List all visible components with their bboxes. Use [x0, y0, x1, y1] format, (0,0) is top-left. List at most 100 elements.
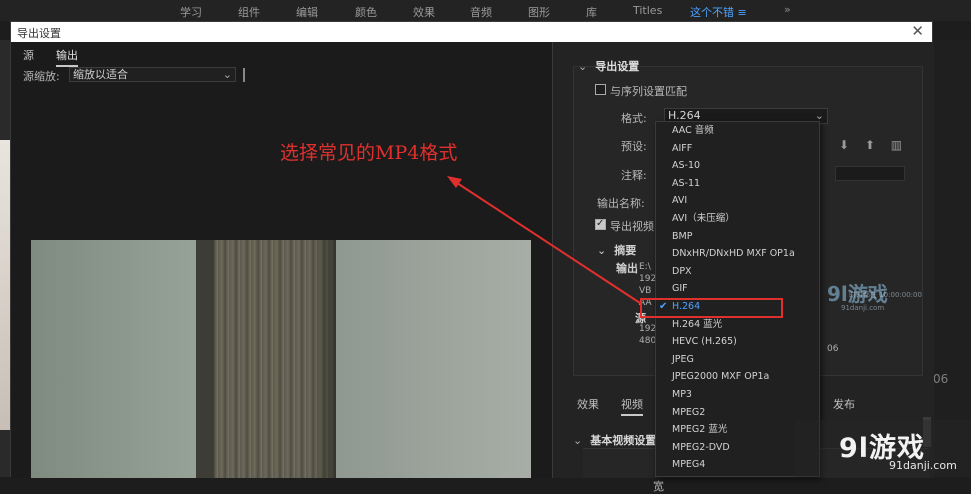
output-name-label: 输出名称:	[597, 197, 645, 210]
workspace-tab-libraries[interactable]: 库	[586, 4, 597, 20]
export-video-label: 导出视频	[610, 220, 654, 233]
width-label: 宽	[653, 480, 664, 493]
source-scaling-value: 缩放以适合	[73, 68, 128, 81]
format-option[interactable]: AVI（未压缩）	[656, 210, 819, 228]
format-option[interactable]: JPEG	[656, 351, 819, 369]
format-option-label: AIFF	[672, 142, 693, 154]
basic-video-settings-header[interactable]: ⌄ 基本视频设置	[573, 432, 656, 448]
format-option-label: MPEG2	[672, 406, 706, 418]
format-option-label: MPEG4	[672, 459, 706, 471]
summary-number: 06	[827, 344, 839, 354]
format-option[interactable]: DPX	[656, 263, 819, 281]
summary-label: 摘要	[614, 244, 637, 257]
export-video-checkbox[interactable]	[595, 218, 606, 230]
match-sequence-label: 与序列设置匹配	[610, 85, 687, 98]
preset-label: 预设:	[621, 140, 647, 153]
comment-input[interactable]	[835, 166, 905, 181]
format-option[interactable]: MP3	[656, 386, 819, 404]
source-scaling-select[interactable]: 缩放以适合 ⌄	[69, 67, 236, 82]
background-left-panel	[0, 40, 10, 477]
format-option-label: MP3	[672, 389, 692, 400]
watermark-logo: 9l游戏 91danji.com 时时都在 10:00:00:00	[827, 278, 922, 312]
export-settings-title: 导出设置	[595, 60, 640, 73]
highlight-box	[640, 298, 783, 318]
workspace-tab-assembly[interactable]: 组件	[238, 4, 260, 20]
format-option-label: DPX	[672, 265, 692, 277]
format-option[interactable]: HEVC (H.265)	[656, 333, 819, 351]
site-logo-url: 91danji.com	[889, 459, 957, 472]
workspace-tab-custom[interactable]: 这个不错 ≡	[690, 4, 747, 24]
workspace-tab-custom-label: 这个不错	[690, 6, 734, 19]
format-option-label: MPEG2 蓝光	[672, 424, 728, 436]
preview-pane: 源 输出 源缩放: 缩放以适合 ⌄ 选择常见的MP4格式	[11, 42, 552, 478]
summary-header[interactable]: ⌄ 摘要	[597, 242, 636, 258]
tab-video[interactable]: 视频	[621, 396, 643, 416]
format-option-label: AS-10	[672, 160, 701, 172]
summary-line: 192	[639, 324, 657, 334]
workspace-bar: 学习 组件 编辑 颜色 效果 音频 图形 库 Titles 这个不错 ≡ »	[0, 0, 971, 24]
site-logo: 9l游戏 91danji.com	[795, 420, 971, 477]
summary-line: VB	[639, 286, 652, 296]
format-option[interactable]: MPEG2	[656, 404, 819, 422]
preview-tabs: 源 输出	[11, 42, 552, 67]
format-option[interactable]: DNxHR/DNxHD MXF OP1a	[656, 245, 819, 263]
text-cursor	[243, 68, 245, 82]
tab-source[interactable]: 源	[23, 47, 34, 63]
collapse-caret-icon[interactable]: ⌄	[573, 434, 582, 447]
format-option-label: DNxHR/DNxHD MXF OP1a	[672, 248, 795, 260]
preset-action-icons[interactable]: ⬇ ⬆ ▥	[839, 138, 908, 152]
format-option[interactable]: AIFF	[656, 140, 819, 158]
comment-label: 注释:	[621, 169, 647, 182]
background-thumbnail	[0, 140, 10, 430]
format-option-label: JPEG	[672, 353, 694, 365]
format-option-label: HEVC (H.265)	[672, 336, 737, 348]
watermark-subtext: 91danji.com	[841, 304, 885, 312]
format-option[interactable]: GIF	[656, 280, 819, 298]
format-option-label: AVI	[672, 195, 688, 207]
workspace-overflow-icon[interactable]: »	[784, 3, 791, 16]
export-settings-header[interactable]: ⌄ 导出设置	[578, 58, 639, 74]
dialog-title: 导出设置	[17, 27, 61, 40]
tab-output[interactable]: 输出	[56, 47, 78, 67]
format-option[interactable]: BMP	[656, 228, 819, 246]
format-option[interactable]: AVI	[656, 192, 819, 210]
workspace-tab-editing[interactable]: 编辑	[296, 4, 318, 20]
summary-line: 480	[639, 336, 657, 346]
close-icon[interactable]: ✕	[911, 22, 924, 40]
format-option-label: AAC 音频	[672, 125, 714, 136]
format-option[interactable]: AS-10	[656, 157, 819, 175]
summary-line: 192	[639, 274, 657, 284]
summary-caret-icon: ⌄	[597, 244, 607, 257]
watermark-subtext-2: 时时都在 10:00:00:00	[849, 291, 922, 299]
workspace-tab-color[interactable]: 颜色	[355, 4, 377, 20]
video-preview	[31, 240, 531, 478]
basic-video-settings-title: 基本视频设置	[590, 434, 657, 447]
chevron-down-icon: ⌄	[222, 68, 232, 81]
format-option-label: BMP	[672, 230, 693, 242]
tab-publish[interactable]: 发布	[833, 396, 855, 412]
workspace-tab-effects[interactable]: 效果	[413, 4, 435, 20]
workspace-tab-titles[interactable]: Titles	[633, 4, 662, 17]
format-option-label: AS-11	[672, 177, 701, 189]
workspace-tab-graphics[interactable]: 图形	[528, 4, 550, 20]
tab-effects[interactable]: 效果	[577, 396, 599, 412]
background-right-panel: 06	[933, 40, 971, 477]
format-option-label: JPEG2000 MXF OP1a	[672, 371, 770, 383]
annotation-text: 选择常见的MP4格式	[280, 142, 458, 164]
format-option[interactable]: H.264 蓝光	[656, 316, 819, 334]
workspace-menu-icon[interactable]: ≡	[738, 6, 747, 19]
format-option[interactable]: JPEG2000 MXF OP1a	[656, 368, 819, 386]
summary-line: E:\	[639, 262, 651, 272]
preview-tree-trunk	[196, 240, 336, 478]
match-sequence-checkbox[interactable]	[595, 84, 606, 95]
collapse-caret-icon[interactable]: ⌄	[578, 60, 587, 73]
dialog-titlebar: 导出设置 ✕	[11, 22, 932, 42]
workspace-tab-learn[interactable]: 学习	[180, 4, 202, 20]
format-option-label: MPEG2-DVD	[672, 441, 730, 453]
format-option[interactable]: AS-11	[656, 175, 819, 193]
background-timecode: 06	[933, 372, 949, 386]
format-option[interactable]: AAC 音频	[656, 122, 819, 140]
format-option-label: AVI（未压缩）	[672, 213, 735, 224]
workspace-tab-audio[interactable]: 音频	[470, 4, 492, 20]
summary-output-label: 输出	[616, 262, 638, 275]
